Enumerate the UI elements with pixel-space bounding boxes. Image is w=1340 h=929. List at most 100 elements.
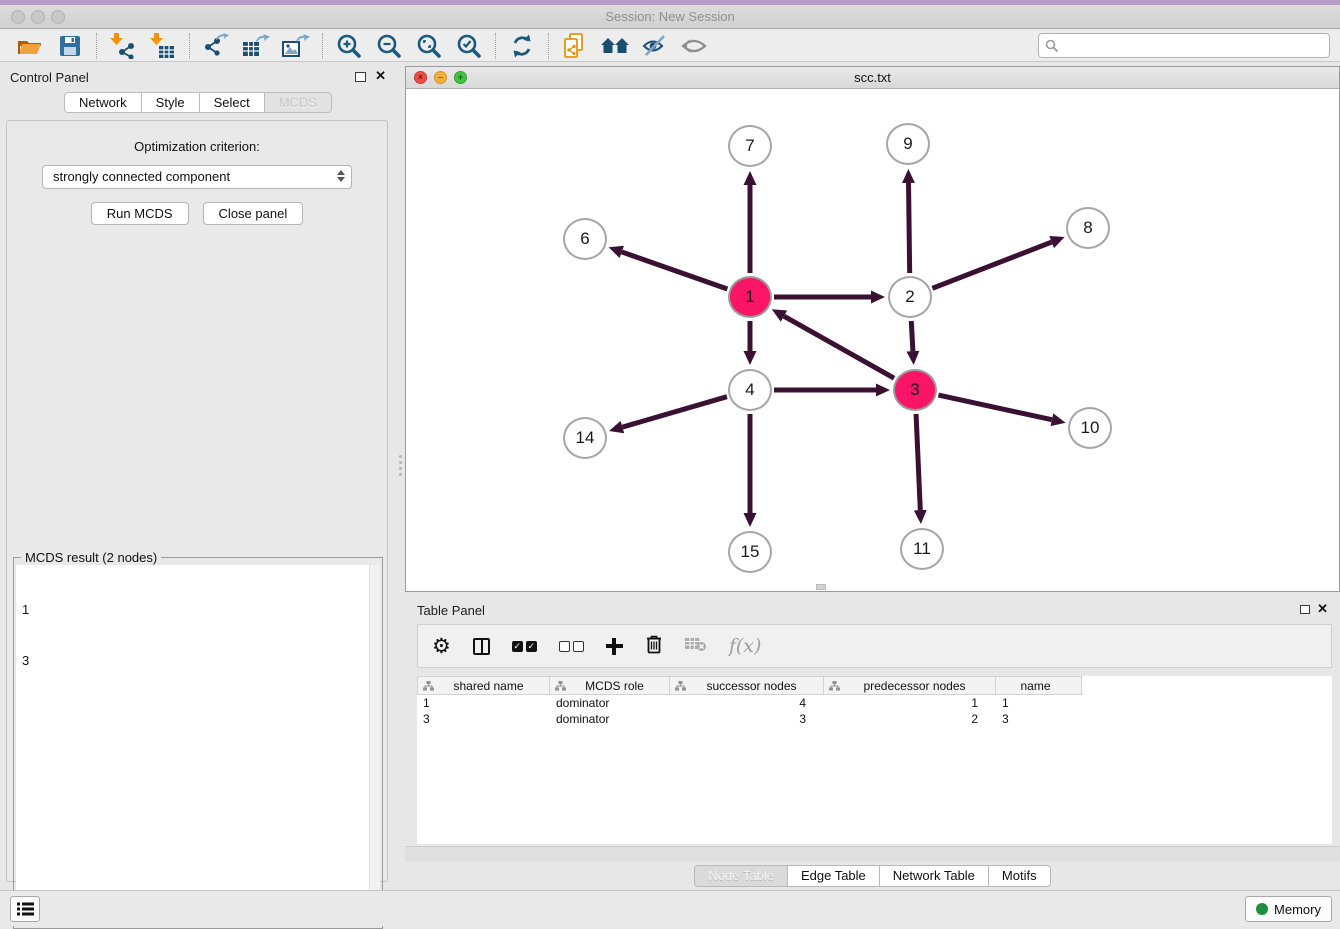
column-header-predecessor-nodes[interactable]: predecessor nodes: [824, 676, 996, 695]
result-line: 1: [22, 601, 374, 618]
close-panel-icon[interactable]: ✕: [375, 68, 386, 84]
column-header-mcds-role[interactable]: MCDS role: [550, 676, 670, 695]
save-session-icon[interactable]: [55, 32, 85, 60]
mcds-result-group: MCDS result (2 nodes) 1 3: [13, 557, 383, 929]
duplicate-network-icon[interactable]: [560, 32, 590, 60]
graph-edge-3-10[interactable]: [938, 395, 1051, 420]
toolbar-separator: [548, 33, 549, 59]
column-header-shared-name[interactable]: shared name: [417, 676, 550, 695]
app-titlebar: Session: New Session: [0, 5, 1340, 29]
search-input[interactable]: [1063, 36, 1329, 56]
graph-node-15[interactable]: 15: [728, 531, 772, 573]
tab-mcds[interactable]: MCDS: [265, 92, 332, 113]
graph-node-11[interactable]: 11: [900, 528, 944, 570]
graph-edge-2-3[interactable]: [911, 321, 913, 351]
refresh-layout-icon[interactable]: [507, 32, 537, 60]
tab-style[interactable]: Style: [142, 92, 200, 113]
graph-node-2[interactable]: 2: [888, 276, 932, 318]
tab-edge-table[interactable]: Edge Table: [788, 865, 880, 887]
graph-node-9[interactable]: 9: [886, 123, 930, 165]
import-table-icon[interactable]: [148, 32, 178, 60]
cell-mcds-role: dominator: [550, 711, 670, 727]
graph-node-10[interactable]: 10: [1068, 407, 1112, 449]
table-settings-gear-icon[interactable]: ⚙: [432, 636, 451, 657]
tab-network[interactable]: Network: [64, 92, 142, 113]
zoom-out-icon[interactable]: [374, 32, 404, 60]
table-panel-title: Table Panel: [417, 603, 485, 618]
tab-select[interactable]: Select: [200, 92, 265, 113]
search-field[interactable]: [1038, 33, 1330, 58]
hide-selected-icon[interactable]: [640, 32, 670, 60]
table-header-row: shared name MCDS role successor nodes pr…: [417, 676, 1332, 695]
table-row[interactable]: 1 dominator 4 1 1: [417, 695, 1332, 711]
graph-edge-3-1[interactable]: [784, 316, 894, 378]
graph-node-6[interactable]: 6: [563, 218, 607, 260]
memory-label: Memory: [1274, 902, 1321, 917]
graph-node-4[interactable]: 4: [728, 369, 772, 411]
tab-node-table[interactable]: Node Table: [694, 865, 788, 887]
run-mcds-button[interactable]: Run MCDS: [91, 202, 189, 225]
toolbar-separator: [96, 33, 97, 59]
open-file-icon[interactable]: [15, 32, 45, 60]
show-all-icon[interactable]: [680, 32, 710, 60]
graph-node-7[interactable]: 7: [728, 125, 772, 167]
select-stepper-icon: [337, 170, 345, 182]
delete-column-icon[interactable]: [645, 634, 663, 659]
cell-shared-name: 3: [417, 711, 550, 727]
unselect-all-columns-icon[interactable]: [559, 641, 584, 652]
close-panel-button[interactable]: Close panel: [203, 202, 304, 225]
network-canvas[interactable]: 7 9 6 8 1 2 4 3 14 10 15 11: [406, 89, 1339, 591]
search-icon: [1045, 39, 1059, 53]
tab-network-table[interactable]: Network Table: [880, 865, 989, 887]
float-panel-icon[interactable]: [355, 72, 366, 82]
table-float-icon[interactable]: [1300, 605, 1310, 614]
zoom-selected-icon[interactable]: [454, 32, 484, 60]
mcds-result-textarea[interactable]: 1 3: [16, 565, 380, 926]
graph-node-3[interactable]: 3: [893, 369, 937, 411]
zoom-fit-icon[interactable]: [414, 32, 444, 60]
import-network-icon[interactable]: [108, 32, 138, 60]
table-tabs: Node Table Edge Table Network Table Moti…: [405, 865, 1340, 887]
graph-edge-3-11[interactable]: [916, 414, 920, 510]
cell-predecessor-nodes: 1: [824, 695, 996, 711]
table-row[interactable]: 3 dominator 3 2 3: [417, 711, 1332, 727]
result-line: 3: [22, 652, 374, 669]
graph-edge-1-6[interactable]: [622, 252, 728, 289]
table-panel: Table Panel ✕ ⚙ ✓✓ f(x) shared name MCDS…: [405, 598, 1340, 890]
column-header-successor-nodes[interactable]: successor nodes: [670, 676, 824, 695]
panel-splitter[interactable]: [397, 452, 403, 482]
export-image-icon[interactable]: [281, 32, 311, 60]
graph-edge-2-8[interactable]: [932, 242, 1051, 288]
tab-motifs[interactable]: Motifs: [989, 865, 1051, 887]
graph-edge-2-9[interactable]: [909, 183, 910, 273]
criterion-select[interactable]: strongly connected component: [42, 165, 352, 189]
show-columns-icon[interactable]: [473, 638, 490, 655]
table-close-icon[interactable]: ✕: [1317, 601, 1328, 617]
memory-button[interactable]: Memory: [1245, 896, 1332, 922]
graph-edge-4-14[interactable]: [622, 397, 727, 427]
graph-node-1[interactable]: 1: [728, 276, 772, 318]
delete-table-icon: [685, 636, 707, 657]
graph-node-8[interactable]: 8: [1066, 207, 1110, 249]
graph-node-14[interactable]: 14: [563, 417, 607, 459]
column-header-name[interactable]: name: [996, 676, 1082, 695]
canvas-scrollbar-thumb[interactable]: [816, 584, 826, 590]
cell-name: 3: [996, 711, 1082, 727]
create-column-icon[interactable]: [606, 638, 623, 655]
export-table-icon[interactable]: [241, 32, 271, 60]
result-scrollbar[interactable]: [369, 565, 380, 926]
optimization-criterion-label: Optimization criterion:: [7, 139, 387, 154]
task-history-button[interactable]: [10, 896, 40, 922]
cell-mcds-role: dominator: [550, 695, 670, 711]
first-neighbors-icon[interactable]: [600, 32, 630, 60]
network-window-titlebar[interactable]: × – + scc.txt: [406, 67, 1339, 89]
edge-layer: [406, 89, 1339, 591]
select-all-columns-icon[interactable]: ✓✓: [512, 641, 537, 652]
table-toolbar: ⚙ ✓✓ f(x): [417, 624, 1332, 668]
network-title: scc.txt: [406, 70, 1339, 85]
export-network-icon[interactable]: [201, 32, 231, 60]
status-bar: Memory: [0, 890, 1340, 926]
zoom-in-icon[interactable]: [334, 32, 364, 60]
toolbar-separator: [189, 33, 190, 59]
mcds-panel: Optimization criterion: strongly connect…: [6, 120, 388, 882]
